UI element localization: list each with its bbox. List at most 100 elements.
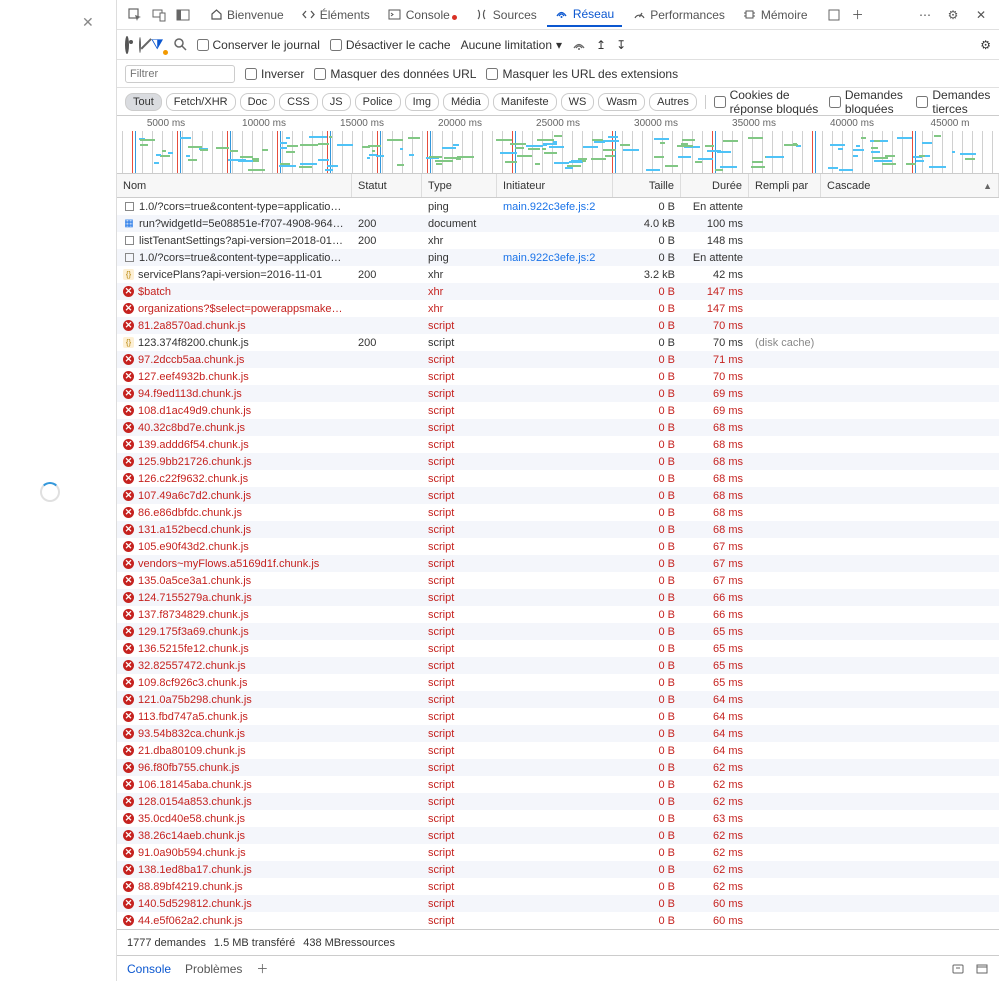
table-row[interactable]: 1.0/?cors=true&content-type=application/… (117, 249, 999, 266)
type-pill-manifeste[interactable]: Manifeste (493, 93, 557, 111)
tab-sources[interactable]: Sources (467, 4, 545, 26)
more-options-icon[interactable]: ⋯ (915, 5, 935, 25)
table-row[interactable]: ✕124.7155279a.chunk.jsscript0 B66 ms (117, 589, 999, 606)
blocked-response-cookies-checkbox[interactable]: Cookies de réponse bloqués (714, 88, 825, 116)
table-row[interactable]: ✕44.e5f062a2.chunk.jsscript0 B60 ms (117, 912, 999, 929)
disable-cache-checkbox[interactable]: Désactiver le cache (330, 38, 451, 52)
tab-console[interactable]: Console (380, 4, 465, 26)
type-pill-js[interactable]: JS (322, 93, 351, 111)
search-icon[interactable] (174, 38, 187, 51)
table-row[interactable]: ✕38.26c14aeb.chunk.jsscript0 B62 ms (117, 827, 999, 844)
drawer-close-icon[interactable] (975, 962, 989, 976)
table-row[interactable]: {}123.374f8200.chunk.js200script0 B70 ms… (117, 334, 999, 351)
tab-bienvenue[interactable]: Bienvenue (201, 4, 292, 26)
table-row[interactable]: ✕organizations?$select=powerappsmakerbot… (117, 300, 999, 317)
table-row[interactable]: ✕93.54b832ca.chunk.jsscript0 B64 ms (117, 725, 999, 742)
table-row[interactable]: ✕32.82557472.chunk.jsscript0 B65 ms (117, 657, 999, 674)
settings-icon[interactable]: ⚙ (943, 5, 963, 25)
header-name[interactable]: Nom (117, 174, 352, 197)
table-row[interactable]: ✕109.8cf926c3.chunk.jsscript0 B65 ms (117, 674, 999, 691)
type-pill-autres[interactable]: Autres (649, 93, 697, 111)
table-row[interactable]: ✕35.0cd40e58.chunk.jsscript0 B63 ms (117, 810, 999, 827)
request-initiator[interactable]: main.922c3efe.js:2 (497, 201, 613, 213)
table-row[interactable]: ✕96.f80fb755.chunk.jsscript0 B62 ms (117, 759, 999, 776)
table-row[interactable]: ✕140.5d529812.chunk.jsscript0 B60 ms (117, 895, 999, 912)
drawer-tab-console[interactable]: Console (127, 962, 171, 976)
table-row[interactable]: ✕$batchxhr0 B147 ms (117, 283, 999, 300)
close-icon[interactable]: ✕ (82, 14, 94, 31)
drawer-tab-problems[interactable]: Problèmes (185, 962, 242, 976)
hide-ext-urls-checkbox[interactable]: Masquer les URL des extensions (486, 67, 678, 81)
hide-data-urls-checkbox[interactable]: Masquer des données URL (314, 67, 476, 81)
type-pill-doc[interactable]: Doc (240, 93, 276, 111)
table-row[interactable]: ✕105.e90f43d2.chunk.jsscript0 B67 ms (117, 538, 999, 555)
header-filled-by[interactable]: Rempli par (749, 174, 821, 197)
type-pill-fetch-xhr[interactable]: Fetch/XHR (166, 93, 236, 111)
table-row[interactable]: {}servicePlans?api-version=2016-11-01200… (117, 266, 999, 283)
invert-checkbox[interactable]: Inverser (245, 67, 304, 81)
header-size[interactable]: Taille (613, 174, 681, 197)
inspect-element-icon[interactable] (125, 5, 145, 25)
preserve-log-checkbox[interactable]: Conserver le journal (197, 38, 320, 52)
header-status[interactable]: Statut (352, 174, 422, 197)
header-duration[interactable]: Durée (681, 174, 749, 197)
table-row[interactable]: ✕125.9bb21726.chunk.jsscript0 B68 ms (117, 453, 999, 470)
tab-réseau[interactable]: Réseau (547, 3, 622, 27)
header-initiator[interactable]: Initiateur (497, 174, 613, 197)
table-row[interactable]: ✕136.5215fe12.chunk.jsscript0 B65 ms (117, 640, 999, 657)
type-pill-ws[interactable]: WS (561, 93, 595, 111)
blocked-requests-checkbox[interactable]: Demandes bloquées (829, 88, 912, 116)
table-row[interactable]: ✕21.dba80109.chunk.jsscript0 B64 ms (117, 742, 999, 759)
table-row[interactable]: ✕106.18145aba.chunk.jsscript0 B62 ms (117, 776, 999, 793)
table-row[interactable]: listTenantSettings?api-version=2018-01-0… (117, 232, 999, 249)
table-row[interactable]: ✕88.89bf4219.chunk.jsscript0 B62 ms (117, 878, 999, 895)
table-row[interactable]: ✕107.49a6c7d2.chunk.jsscript0 B68 ms (117, 487, 999, 504)
table-row[interactable]: ✕vendors~myFlows.a5169d1f.chunk.jsscript… (117, 555, 999, 572)
table-row[interactable]: ✕137.f8734829.chunk.jsscript0 B66 ms (117, 606, 999, 623)
dock-side-icon[interactable] (173, 5, 193, 25)
record-icon[interactable] (125, 38, 129, 52)
header-cascade[interactable]: Cascade▲ (821, 174, 999, 197)
table-row[interactable]: ✕40.32c8bd7e.chunk.jsscript0 B68 ms (117, 419, 999, 436)
device-toolbar-icon[interactable] (149, 5, 169, 25)
table-row[interactable]: 1.0/?cors=true&content-type=application/… (117, 198, 999, 215)
add-drawer-tab-icon[interactable]: ＋ (256, 960, 268, 977)
type-pill-police[interactable]: Police (355, 93, 401, 111)
table-row[interactable]: ✕138.1ed8ba17.chunk.jsscript0 B62 ms (117, 861, 999, 878)
table-row[interactable]: ✕121.0a75b298.chunk.jsscript0 B64 ms (117, 691, 999, 708)
table-row[interactable]: ✕128.0154a853.chunk.jsscript0 B62 ms (117, 793, 999, 810)
network-settings-icon[interactable]: ⚙ (980, 38, 991, 52)
table-row[interactable]: ✕126.c22f9632.chunk.jsscript0 B68 ms (117, 470, 999, 487)
type-pill-img[interactable]: Img (405, 93, 439, 111)
table-row[interactable]: ✕129.175f3a69.chunk.jsscript0 B65 ms (117, 623, 999, 640)
table-row[interactable]: ✕94.f9ed113d.chunk.jsscript0 B69 ms (117, 385, 999, 402)
table-row[interactable]: ✕113.fbd747a5.chunk.jsscript0 B64 ms (117, 708, 999, 725)
clear-icon[interactable] (139, 38, 141, 52)
type-pill-tout[interactable]: Tout (125, 93, 162, 111)
network-conditions-icon[interactable] (572, 38, 586, 52)
third-party-checkbox[interactable]: Demandes tierces (916, 88, 991, 116)
table-row[interactable]: ✕91.0a90b594.chunk.jsscript0 B62 ms (117, 844, 999, 861)
table-row[interactable]: ✕97.2dccb5aa.chunk.jsscript0 B71 ms (117, 351, 999, 368)
throttling-select[interactable]: Aucune limitation ▾ (461, 38, 562, 52)
type-pill-css[interactable]: CSS (279, 93, 318, 111)
upload-har-icon[interactable]: ↥ (596, 38, 606, 52)
table-row[interactable]: ✕86.e86dbfdc.chunk.jsscript0 B68 ms (117, 504, 999, 521)
type-pill-média[interactable]: Média (443, 93, 489, 111)
table-row[interactable]: ✕127.eef4932b.chunk.jsscript0 B70 ms (117, 368, 999, 385)
request-initiator[interactable]: main.922c3efe.js:2 (497, 252, 613, 264)
more-panel-icon[interactable] (824, 5, 844, 25)
header-type[interactable]: Type (422, 174, 497, 197)
drawer-issues-icon[interactable] (951, 962, 965, 976)
table-row[interactable]: ✕135.0a5ce3a1.chunk.jsscript0 B67 ms (117, 572, 999, 589)
network-timeline[interactable]: 5000 ms10000 ms15000 ms20000 ms25000 ms3… (117, 116, 999, 174)
download-har-icon[interactable]: ↧ (616, 38, 626, 52)
table-row[interactable]: ✕139.addd6f54.chunk.jsscript0 B68 ms (117, 436, 999, 453)
network-table[interactable]: 1.0/?cors=true&content-type=application/… (117, 198, 999, 929)
close-devtools-icon[interactable]: ✕ (971, 5, 991, 25)
filter-input[interactable] (125, 65, 235, 83)
add-tab-icon[interactable]: ＋ (848, 5, 868, 25)
filter-toggle-icon[interactable]: ⧩ (151, 36, 164, 53)
tab-mémoire[interactable]: Mémoire (735, 4, 816, 26)
tab-performances[interactable]: Performances (624, 4, 733, 26)
